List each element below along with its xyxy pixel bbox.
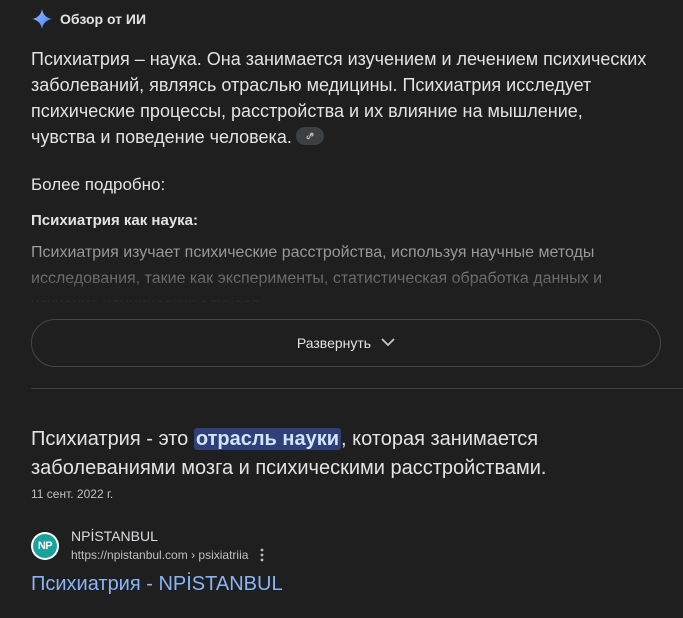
gemini-sparkle-icon	[32, 9, 52, 29]
snippet-date: 11 сент. 2022 г.	[31, 487, 114, 501]
result-title-link[interactable]: Психиатрия - NPİSTANBUL	[31, 573, 283, 596]
section-divider	[31, 388, 683, 389]
snippet-text-before: Психиатрия - это	[31, 428, 194, 450]
chevron-down-icon	[371, 334, 395, 352]
site-url[interactable]: https://npistanbul.com › psixiatriia	[71, 548, 248, 562]
more-vert-icon[interactable]	[260, 548, 264, 562]
section-subheading: Психиатрия как наука:	[31, 212, 199, 229]
expand-button-label: Развернуть	[296, 335, 372, 351]
link-icon	[306, 133, 314, 140]
ai-overview-title: Обзор от ИИ	[60, 11, 147, 27]
summary-text: Психиатрия – наука. Она занимается изуче…	[31, 49, 647, 147]
source-link-chip[interactable]	[295, 127, 324, 146]
more-details-heading: Более подробно:	[31, 175, 166, 194]
collapsed-text-preview: Психиатрия изучает психические расстройс…	[31, 240, 671, 302]
site-url-row: https://npistanbul.com › psixiatriia	[71, 548, 264, 562]
site-name[interactable]: NPİSTANBUL	[71, 528, 158, 544]
site-favicon[interactable]: NP	[31, 532, 59, 560]
ai-overview-header: Обзор от ИИ	[32, 8, 146, 30]
featured-snippet-text: Психиатрия - это отрасль науки, которая …	[31, 425, 671, 483]
favicon-logo: NP	[33, 534, 57, 558]
expand-button[interactable]: Развернуть	[31, 319, 661, 367]
ai-overview-summary: Психиатрия – наука. Она занимается изуче…	[31, 46, 651, 150]
snippet-highlight: отрасль науки	[193, 428, 342, 450]
